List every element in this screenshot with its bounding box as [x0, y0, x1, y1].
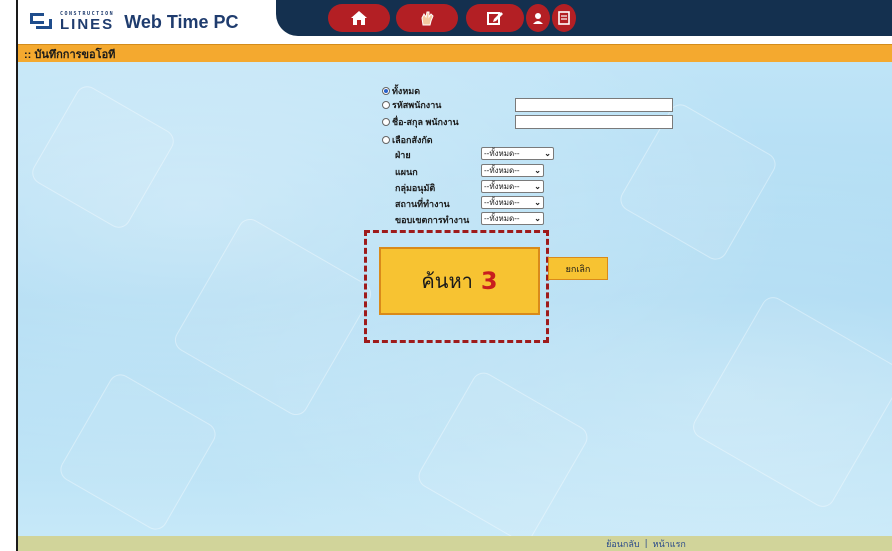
approval-group-select[interactable]: --ทั้งหมด-- ⌄ [481, 180, 544, 193]
approval-group-label: กลุ่มอนุมัติ [395, 183, 436, 193]
chevron-down-icon: ⌄ [534, 182, 541, 191]
app-name: Web Time PC [124, 11, 239, 32]
request-button[interactable] [396, 4, 458, 32]
radio-affiliation-label: เลือกสังกัด [392, 135, 433, 145]
workplace-label: สถานที่ทำงาน [395, 199, 450, 209]
division-label: ฝ่าย [395, 150, 411, 160]
emp-name-input[interactable] [515, 115, 673, 129]
logo: CONSTRUCTION LINES Web Time PC [30, 8, 239, 36]
search-form: ทั้งหมด รหัสพนักงาน ชื่อ-สกุล พนักงาน เล… [18, 62, 892, 536]
back-link[interactable]: ย้อนกลับ [606, 537, 640, 551]
header: CONSTRUCTION LINES Web Time PC [18, 0, 892, 44]
document-icon [558, 11, 570, 25]
home-link[interactable]: หน้าแรก [653, 537, 686, 551]
radio-all[interactable] [382, 87, 390, 95]
step-number-marker: 3 [480, 267, 498, 295]
profile-button[interactable] [526, 4, 550, 32]
search-button-label: ค้นหา [421, 269, 473, 293]
workplace-select[interactable]: --ทั้งหมด-- ⌄ [481, 196, 544, 209]
radio-all-row[interactable]: ทั้งหมด [382, 84, 420, 98]
logo-mark-icon [30, 13, 54, 31]
page-title-bar: :: บันทึกการขอโอที [18, 44, 892, 62]
chevron-down-icon: ⌄ [534, 198, 541, 207]
home-icon [351, 11, 367, 25]
work-scope-select-value: --ทั้งหมด-- [484, 214, 520, 223]
workplace-select-value: --ทั้งหมด-- [484, 198, 520, 207]
radio-all-label: ทั้งหมด [392, 86, 421, 96]
edit-button[interactable] [466, 4, 524, 32]
radio-emp-name-row[interactable]: ชื่อ-สกุล พนักงาน [382, 115, 459, 129]
radio-emp-code[interactable] [382, 101, 390, 109]
chevron-down-icon: ⌄ [534, 166, 541, 175]
department-select[interactable]: --ทั้งหมด-- ⌄ [481, 164, 544, 177]
cancel-button[interactable]: ยกเลิก [548, 257, 608, 280]
radio-emp-name-label: ชื่อ-สกุล พนักงาน [392, 117, 459, 127]
division-select[interactable]: --ทั้งหมด-- ⌄ [481, 147, 554, 160]
footer-separator: | [644, 538, 648, 549]
radio-emp-code-label: รหัสพนักงาน [392, 100, 442, 110]
chevron-down-icon: ⌄ [544, 149, 551, 158]
main-content: ทั้งหมด รหัสพนักงาน ชื่อ-สกุล พนักงาน เล… [18, 62, 892, 536]
user-icon [533, 13, 543, 24]
approval-group-select-value: --ทั้งหมด-- [484, 182, 520, 191]
department-label: แผนก [395, 167, 418, 177]
work-scope-label: ขอบเขตการทำงาน [395, 215, 470, 225]
hand-icon [421, 11, 434, 26]
radio-affiliation-row[interactable]: เลือกสังกัด [382, 133, 433, 147]
logo-brand-text: LINES [60, 16, 115, 33]
app-frame: CONSTRUCTION LINES Web Time PC :: บันทึก… [16, 0, 892, 551]
edit-icon [487, 12, 503, 25]
radio-emp-code-row[interactable]: รหัสพนักงาน [382, 98, 441, 112]
search-button[interactable]: ค้นหา 3 [379, 247, 540, 315]
home-button[interactable] [328, 4, 390, 32]
division-select-value: --ทั้งหมด-- [484, 149, 520, 158]
radio-emp-name[interactable] [382, 118, 390, 126]
radio-affiliation[interactable] [382, 136, 390, 144]
work-scope-select[interactable]: --ทั้งหมด-- ⌄ [481, 212, 544, 225]
page-title: :: บันทึกการขอโอที [24, 48, 116, 61]
report-button[interactable] [552, 4, 576, 32]
chevron-down-icon: ⌄ [534, 214, 541, 223]
footer: ย้อนกลับ | หน้าแรก [18, 536, 892, 551]
department-select-value: --ทั้งหมด-- [484, 166, 520, 175]
emp-code-input[interactable] [515, 98, 673, 112]
